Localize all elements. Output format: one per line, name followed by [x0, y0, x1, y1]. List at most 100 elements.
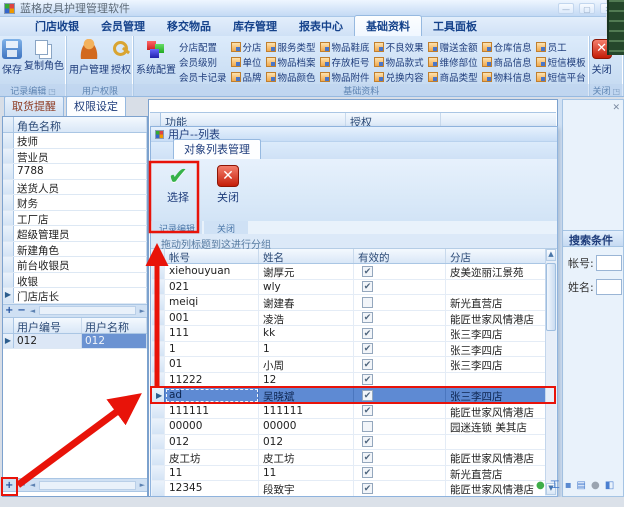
user-table-row[interactable]: xiehouyuan谢厚元皮美迩丽江景苑: [152, 264, 545, 280]
column-user-name[interactable]: 用户名称: [82, 318, 147, 333]
role-row[interactable]: 技师: [3, 133, 147, 149]
checkbox-icon[interactable]: [362, 359, 373, 370]
remove-user-button[interactable]: −: [17, 480, 25, 491]
ribbon-item[interactable]: 短信平台: [534, 69, 588, 84]
dock-tab-permissions[interactable]: 权限设定: [66, 96, 126, 116]
ribbon-item[interactable]: 商品信息: [480, 54, 534, 69]
column-role-name[interactable]: 角色名称: [14, 117, 147, 132]
checkbox-icon[interactable]: [362, 328, 373, 339]
user-table-row[interactable]: meiqi谢建春新光直营店: [152, 295, 545, 311]
role-row[interactable]: ▶门店店长: [3, 288, 147, 304]
user-management-button[interactable]: 用户管理: [68, 37, 110, 76]
user-table-row[interactable]: 1122212: [152, 373, 545, 389]
checkbox-icon[interactable]: [362, 281, 373, 292]
blue-partial-icon[interactable]: ◧: [605, 480, 614, 492]
copy-role-button[interactable]: 复制角色: [23, 37, 65, 72]
user-table-row[interactable]: 111111111111能匠世家风情港店: [152, 404, 545, 420]
role-row[interactable]: 营业员: [3, 149, 147, 165]
user-table-row[interactable]: 皮工坊皮工坊能匠世家风情港店: [152, 450, 545, 466]
keyboard-icon[interactable]: ▤: [577, 480, 586, 492]
menu-tab[interactable]: 基础资料: [354, 15, 422, 36]
checkbox-icon[interactable]: [362, 390, 373, 401]
role-row[interactable]: 超级管理员: [3, 226, 147, 242]
dialog-launcher-icon[interactable]: ◳: [613, 87, 621, 96]
scroll-left-icon[interactable]: ◄: [30, 481, 35, 489]
ribbon-item[interactable]: 物料信息: [480, 69, 534, 84]
role-row[interactable]: 7788: [3, 164, 147, 180]
ribbon-item[interactable]: 不良效果: [372, 39, 426, 54]
user-table-row[interactable]: 0000000000园迷连锁 美其店: [152, 419, 545, 435]
ribbon-item[interactable]: 兑换内容: [372, 69, 426, 84]
save-button[interactable]: 保存: [1, 37, 23, 76]
ribbon-item[interactable]: 短信模板: [534, 54, 588, 69]
checkbox-icon[interactable]: [362, 467, 373, 478]
scroll-left-icon[interactable]: ◄: [30, 307, 35, 315]
scrollbar-thumb[interactable]: [546, 263, 556, 331]
account-search-input[interactable]: [596, 255, 622, 271]
column-branch[interactable]: 分店: [446, 249, 545, 263]
checkbox-icon[interactable]: [362, 374, 373, 385]
name-search-input[interactable]: [596, 279, 622, 295]
role-row[interactable]: 送货人员: [3, 180, 147, 196]
user-table-row[interactable]: 012012: [152, 435, 545, 451]
dialog-launcher-icon[interactable]: ◳: [48, 87, 56, 96]
ribbon-item[interactable]: 会员卡记录: [177, 69, 229, 84]
ribbon-item[interactable]: 会员级别: [177, 54, 229, 69]
checkbox-icon[interactable]: [362, 421, 373, 432]
popup-close-button[interactable]: ✕ 关闭: [209, 163, 247, 221]
menu-tab[interactable]: 移交物品: [156, 16, 222, 36]
ribbon-item[interactable]: 商品类型: [426, 69, 480, 84]
ribbon-item[interactable]: 物品款式: [372, 54, 426, 69]
column-name[interactable]: 姓名: [259, 249, 354, 263]
dot-icon[interactable]: ▪: [565, 480, 572, 492]
ribbon-item[interactable]: 物品鞋底: [318, 39, 372, 54]
checkbox-icon[interactable]: [362, 312, 373, 323]
user-table-row[interactable]: 1111新光直营店: [152, 466, 545, 482]
menu-tab[interactable]: 门店收银: [24, 16, 90, 36]
system-config-button[interactable]: 系统配置: [135, 37, 177, 76]
ribbon-item[interactable]: 单位: [229, 54, 264, 69]
ribbon-item[interactable]: 品牌: [229, 69, 264, 84]
column-auth[interactable]: 授权: [346, 113, 441, 127]
menu-tab[interactable]: 工具面板: [422, 16, 488, 36]
scroll-right-icon[interactable]: ►: [140, 481, 145, 489]
user-table-row[interactable]: 11张三李四店: [152, 342, 545, 358]
ribbon-item[interactable]: 维修部位: [426, 54, 480, 69]
checkbox-icon[interactable]: [362, 436, 373, 447]
gray-ball-icon[interactable]: ●: [591, 480, 600, 492]
ribbon-item[interactable]: 分店配置: [177, 39, 229, 54]
user-table-row[interactable]: 01小周张三李四店: [152, 357, 545, 373]
checkbox-icon[interactable]: [362, 405, 373, 416]
user-table-row[interactable]: 111kk张三李四店: [152, 326, 545, 342]
green-status-icon[interactable]: ●: [536, 480, 545, 492]
users-hscrollbar[interactable]: [39, 481, 135, 490]
role-row[interactable]: 前台收银员: [3, 257, 147, 273]
checkbox-icon[interactable]: [362, 266, 373, 277]
add-user-button[interactable]: +: [5, 480, 13, 491]
checkbox-icon[interactable]: [362, 297, 373, 308]
scroll-up-icon[interactable]: ▲: [546, 249, 556, 261]
add-role-button[interactable]: +: [5, 305, 13, 316]
authorize-button[interactable]: 授权: [110, 37, 132, 76]
ribbon-item[interactable]: 存放柜号: [318, 54, 372, 69]
column-user-id[interactable]: 用户编号: [14, 318, 82, 333]
remove-role-button[interactable]: −: [17, 305, 25, 316]
ribbon-item[interactable]: 物品附件: [318, 69, 372, 84]
ribbon-item[interactable]: 物品颜色: [264, 69, 318, 84]
role-row[interactable]: 新建角色: [3, 242, 147, 258]
checkbox-icon[interactable]: [362, 343, 373, 354]
maximize-button[interactable]: ▢: [579, 3, 595, 14]
user-table-row[interactable]: ▶ad吴晓斌张三李四店: [152, 388, 545, 404]
column-function[interactable]: 功能: [161, 113, 346, 127]
role-row[interactable]: 工厂店: [3, 211, 147, 227]
ribbon-item[interactable]: 物品档案: [264, 54, 318, 69]
menu-tab[interactable]: 报表中心: [288, 16, 354, 36]
user-row[interactable]: ▶ 012 012: [3, 334, 147, 350]
user-table-row[interactable]: 001凌浩能匠世家风情港店: [152, 311, 545, 327]
column-account[interactable]: 帐号: [165, 249, 259, 263]
ribbon-item[interactable]: 赠送金额: [426, 39, 480, 54]
role-row[interactable]: 财务: [3, 195, 147, 211]
group-by-band[interactable]: 拖动列标题到这进行分组: [151, 234, 557, 249]
column-valid[interactable]: 有效的: [354, 249, 446, 263]
user-table-row[interactable]: 12345段致宇能匠世家风情港店: [152, 481, 545, 496]
